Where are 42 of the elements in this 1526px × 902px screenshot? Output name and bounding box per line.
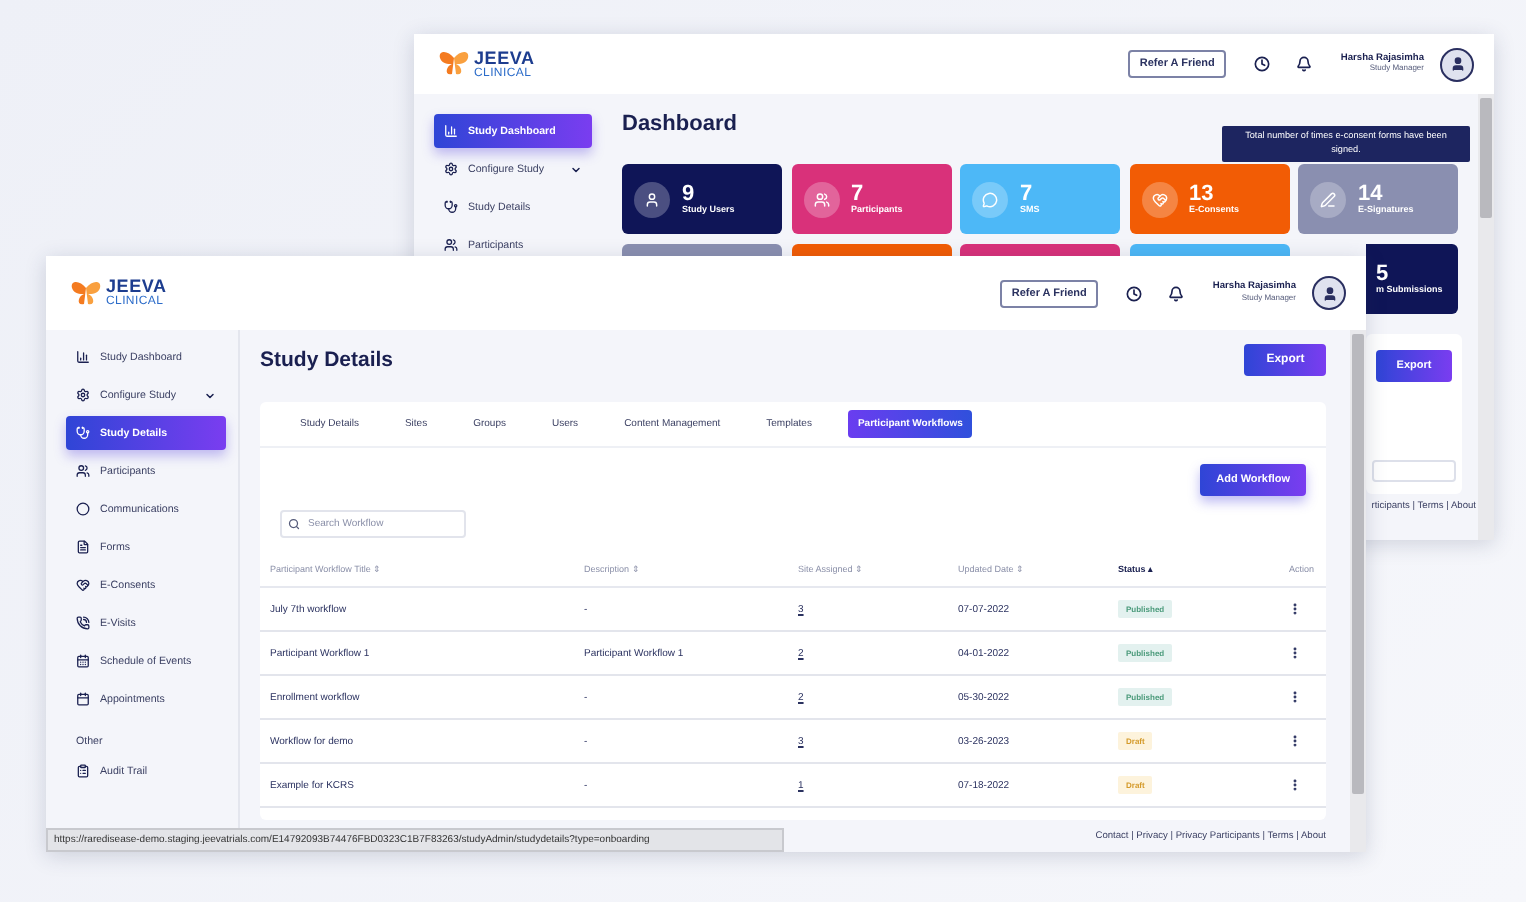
page-title: Study Details xyxy=(260,348,394,372)
avatar-icon[interactable] xyxy=(1312,276,1346,310)
page-title: Dashboard xyxy=(622,112,737,140)
phone-icon xyxy=(76,616,90,630)
gear-icon xyxy=(76,388,90,402)
chevron-down-icon xyxy=(204,389,216,401)
butterfly-logo-icon xyxy=(438,50,470,78)
people-icon xyxy=(813,191,829,207)
avatar-icon[interactable] xyxy=(1440,47,1474,81)
gear-icon xyxy=(444,162,458,176)
stat-value: 7 xyxy=(1020,181,1033,206)
clock-icon[interactable] xyxy=(1126,285,1143,301)
stat-value: 14 xyxy=(1358,181,1383,206)
bar-chart-icon xyxy=(444,124,458,138)
stat-value: 7 xyxy=(851,181,864,206)
clipboard-icon xyxy=(76,764,90,778)
bell-icon[interactable] xyxy=(1168,285,1185,301)
bell-icon[interactable] xyxy=(1296,56,1313,72)
stethoscope-icon xyxy=(444,200,458,214)
pen-icon xyxy=(1320,191,1336,207)
stat-value: 5 xyxy=(1376,261,1389,286)
calendar-icon xyxy=(76,654,90,668)
stethoscope-icon xyxy=(76,426,90,440)
document-icon xyxy=(76,540,90,554)
calendar-icon xyxy=(76,692,90,706)
chevron-down-icon xyxy=(570,163,582,175)
people-icon xyxy=(444,238,458,252)
bar-chart-icon xyxy=(76,350,90,364)
butterfly-logo-icon xyxy=(70,279,102,307)
search-icon xyxy=(288,518,300,530)
clock-icon[interactable] xyxy=(1254,56,1271,72)
logo-name: JEEVA xyxy=(106,278,167,296)
logo-name: JEEVA xyxy=(474,49,535,67)
stat-value: 9 xyxy=(682,181,695,206)
scrollbar[interactable] xyxy=(1350,330,1366,852)
chat-icon xyxy=(982,191,998,207)
scrollbar[interactable] xyxy=(1478,94,1494,540)
input-field[interactable] xyxy=(1372,460,1456,482)
person-icon xyxy=(644,191,660,207)
stat-value: 13 xyxy=(1189,181,1214,206)
people-icon xyxy=(76,464,90,478)
circle-icon xyxy=(76,502,90,516)
